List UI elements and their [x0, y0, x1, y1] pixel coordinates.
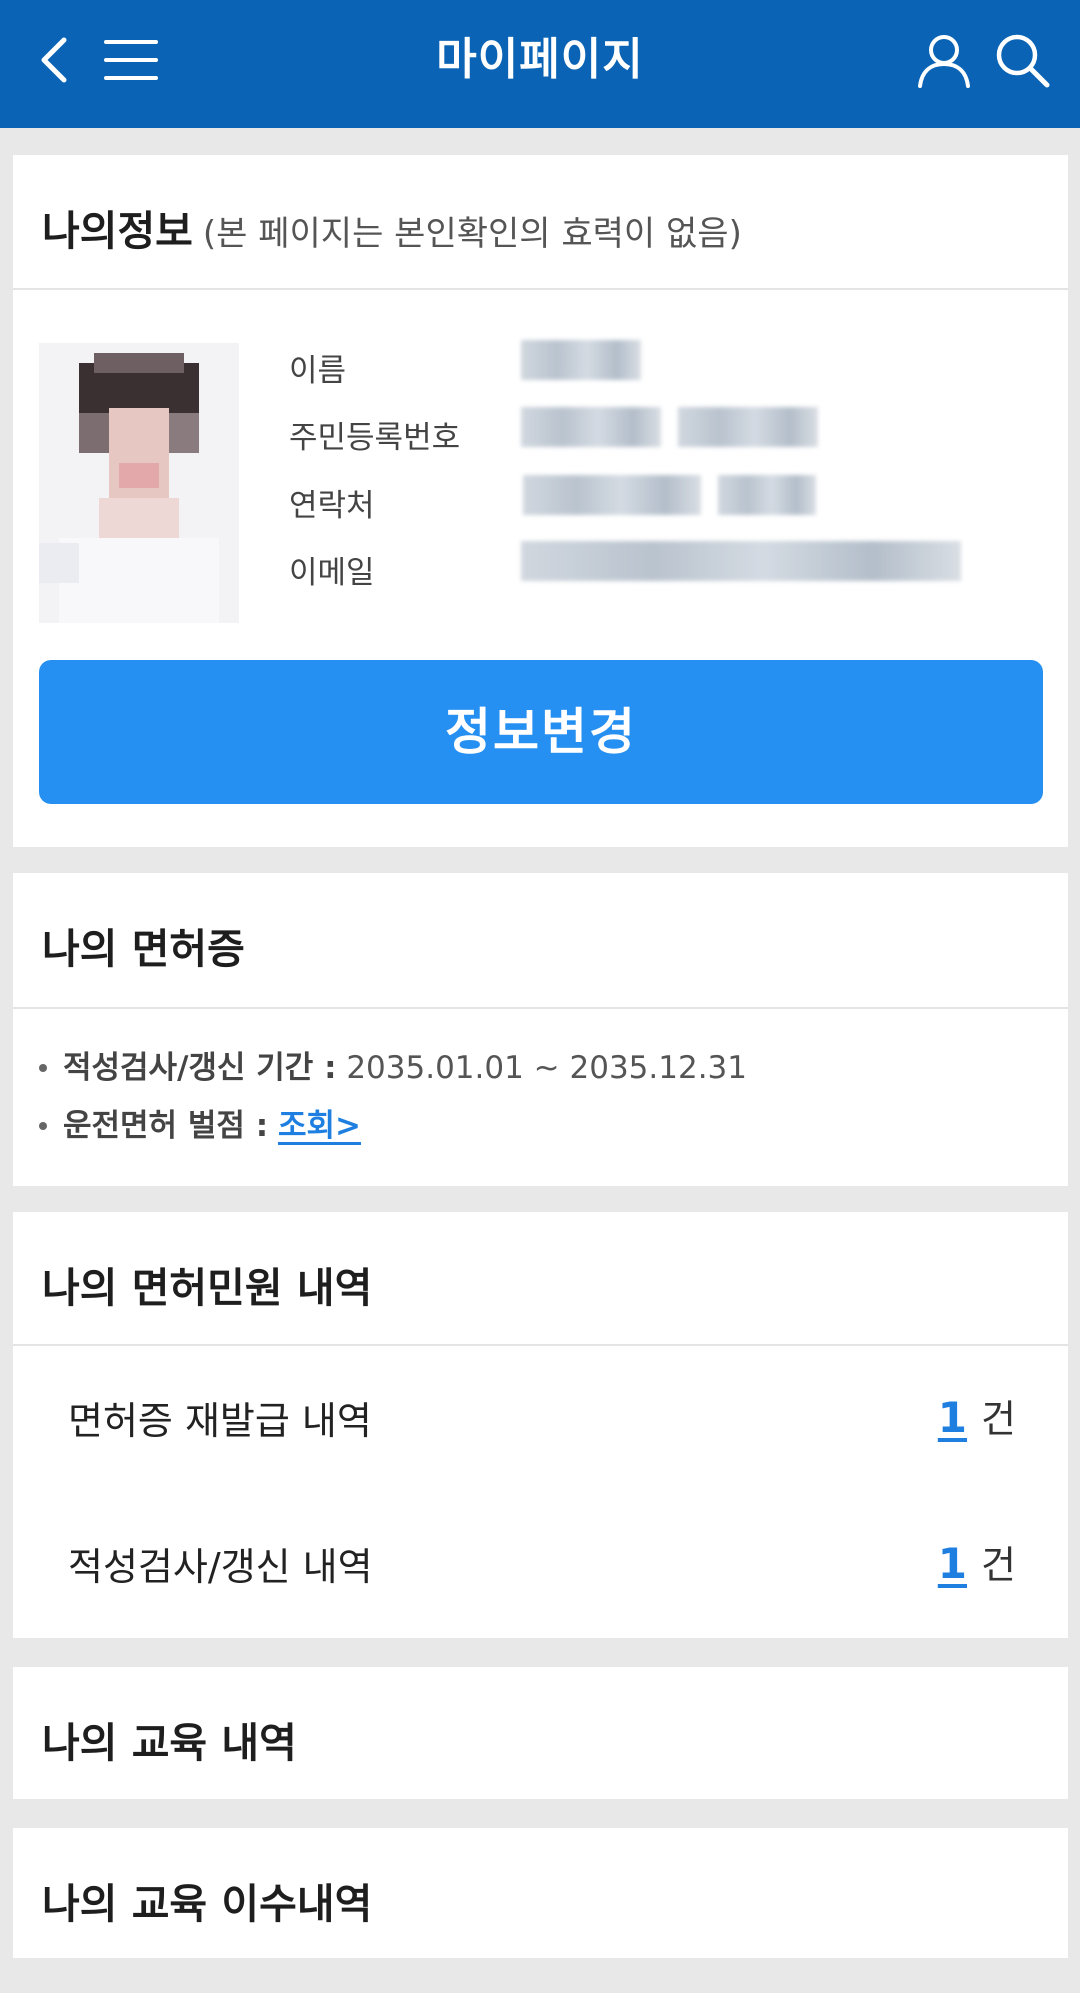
- bullet-icon: [39, 1063, 47, 1072]
- renewal-history-unit: 건: [981, 1543, 1016, 1587]
- profile-photo: [39, 343, 239, 623]
- renewal-history-count: 1건: [938, 1534, 1016, 1589]
- resident-number-redacted-front: [521, 407, 661, 447]
- email-label: 이메일: [289, 555, 375, 591]
- user-icon[interactable]: [912, 28, 976, 92]
- edit-info-button[interactable]: 정보변경: [39, 660, 1043, 804]
- my-license-header: 나의 면허증: [13, 873, 1068, 1009]
- license-civil-history-title: 나의 면허민원 내역: [42, 1264, 373, 1312]
- my-info-header: 나의정보 (본 페이지는 본인확인의 효력이 없음): [13, 155, 1068, 290]
- license-civil-history-card: 나의 면허민원 내역 면허증 재발급 내역 1건 적성검사/갱신 내역 1건: [13, 1212, 1068, 1638]
- my-license-title: 나의 면허증: [42, 925, 245, 973]
- contact-redacted-back: [718, 475, 816, 515]
- penalty-points-row: 운전면허 벌점 : 조회>: [39, 1100, 361, 1145]
- bullet-icon: [39, 1121, 47, 1130]
- renewal-period-value: 2035.01.01 ~ 2035.12.31: [346, 1050, 747, 1086]
- email-redacted: [521, 541, 961, 581]
- renewal-history-label: 적성검사/갱신 내역: [68, 1545, 373, 1589]
- resident-number-label: 주민등록번호: [289, 420, 461, 456]
- resident-number-redacted-back: [678, 407, 818, 447]
- reissue-history-unit: 건: [981, 1397, 1016, 1441]
- name-label: 이름: [289, 353, 347, 389]
- education-history-card[interactable]: 나의 교육 내역: [13, 1667, 1068, 1799]
- my-info-card: 나의정보 (본 페이지는 본인확인의 효력이 없음) 이름 주민등록번호 연락처 …: [13, 155, 1068, 847]
- education-completion-title: 나의 교육 이수내역: [42, 1880, 373, 1928]
- app-header: 마이페이지: [0, 0, 1080, 128]
- renewal-period-row: 적성검사/갱신 기간 : 2035.01.01 ~ 2035.12.31: [39, 1042, 747, 1087]
- reissue-history-count-link[interactable]: 1: [938, 1393, 967, 1442]
- my-license-card: 나의 면허증 적성검사/갱신 기간 : 2035.01.01 ~ 2035.12…: [13, 873, 1068, 1186]
- contact-label: 연락처: [289, 488, 375, 524]
- renewal-history-count-link[interactable]: 1: [938, 1539, 967, 1588]
- reissue-history-label: 면허증 재발급 내역: [68, 1399, 372, 1443]
- penalty-points-label: 운전면허 벌점 :: [63, 1108, 269, 1144]
- education-completion-card[interactable]: 나의 교육 이수내역: [13, 1828, 1068, 1958]
- name-value-redacted: [521, 340, 641, 380]
- my-info-subtitle: (본 페이지는 본인확인의 효력이 없음): [202, 214, 742, 254]
- education-history-title: 나의 교육 내역: [42, 1719, 297, 1767]
- renewal-period-label: 적성검사/갱신 기간 :: [63, 1050, 337, 1086]
- search-icon[interactable]: [990, 28, 1054, 92]
- penalty-points-lookup-link[interactable]: 조회>: [278, 1108, 361, 1144]
- license-civil-history-header: 나의 면허민원 내역: [13, 1212, 1068, 1346]
- contact-redacted-front: [523, 475, 701, 515]
- my-info-title: 나의정보: [42, 207, 193, 255]
- reissue-history-count: 1건: [938, 1388, 1016, 1443]
